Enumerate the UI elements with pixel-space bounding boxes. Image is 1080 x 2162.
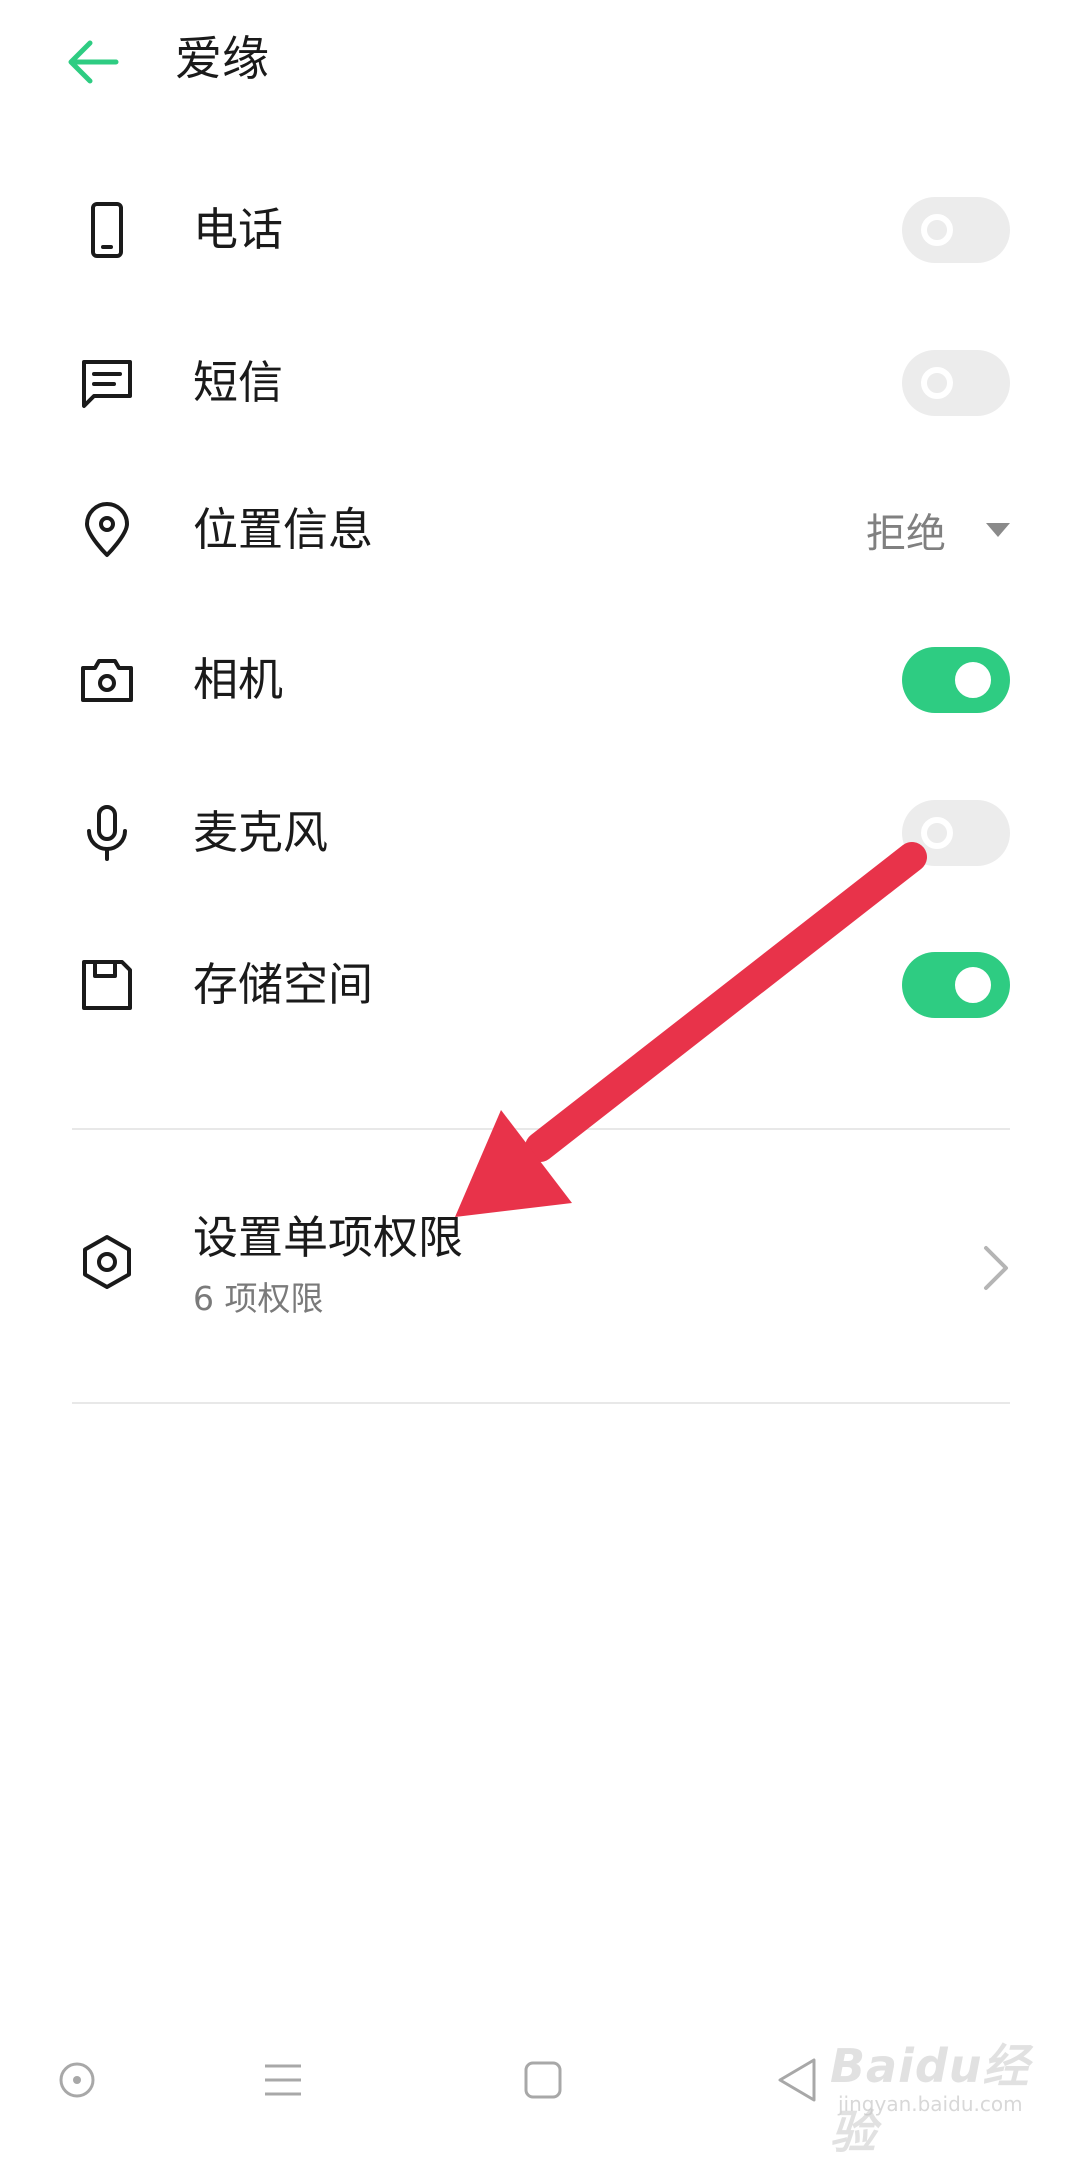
circle-dot-icon xyxy=(59,2062,95,2098)
permission-label: 电话 xyxy=(193,203,284,256)
permission-row-location[interactable]: 位置信息 拒绝 xyxy=(0,455,1080,605)
app-header: 爱缘 xyxy=(0,0,1080,120)
caret-down-icon xyxy=(986,523,1010,537)
toggle-knob xyxy=(955,967,991,1003)
permission-row-sms[interactable]: 短信 xyxy=(0,308,1080,458)
dropdown-value: 拒绝 xyxy=(866,511,946,557)
message-icon xyxy=(82,360,132,408)
home-nav-button[interactable] xyxy=(515,2052,571,2108)
permission-label: 位置信息 xyxy=(193,503,374,556)
permission-label: 存储空间 xyxy=(193,958,374,1011)
storage-icon xyxy=(82,960,132,1010)
permission-row-storage[interactable]: 存储空间 xyxy=(0,910,1080,1060)
phone-icon xyxy=(91,202,123,258)
square-home-icon xyxy=(524,2061,562,2099)
microphone-permission-toggle[interactable] xyxy=(902,800,1010,866)
single-permission-settings-item[interactable]: 设置单项权限 6 项权限 xyxy=(0,1140,1080,1390)
page-title: 爱缘 xyxy=(175,32,269,87)
toggle-knob xyxy=(921,367,953,399)
location-permission-dropdown[interactable]: 拒绝 xyxy=(866,500,1010,560)
camera-icon xyxy=(81,659,133,702)
back-arrow-icon xyxy=(68,40,119,84)
sms-permission-toggle[interactable] xyxy=(902,350,1010,416)
permission-row-camera[interactable]: 相机 xyxy=(0,605,1080,755)
toggle-knob xyxy=(955,662,991,698)
permission-label: 相机 xyxy=(193,653,284,706)
divider xyxy=(72,1402,1010,1404)
permission-label: 麦克风 xyxy=(193,806,329,859)
single-permission-title: 设置单项权限 xyxy=(193,1211,464,1264)
toggle-knob xyxy=(921,817,953,849)
permission-row-phone[interactable]: 电话 xyxy=(0,155,1080,305)
back-nav-button[interactable] xyxy=(770,2052,826,2108)
toggle-knob xyxy=(921,214,953,246)
storage-permission-toggle[interactable] xyxy=(902,952,1010,1018)
hexagon-settings-icon xyxy=(83,1235,131,1289)
menu-icon xyxy=(265,2064,301,2096)
chevron-right-icon xyxy=(984,1246,1008,1290)
system-navigation-bar xyxy=(0,2020,1080,2139)
single-permission-count: 6 项权限 xyxy=(193,1279,324,1318)
assistant-nav-button[interactable] xyxy=(49,2052,105,2108)
microphone-icon xyxy=(87,805,127,861)
back-button[interactable] xyxy=(58,26,130,98)
triangle-back-icon xyxy=(778,2058,816,2102)
phone-permission-toggle[interactable] xyxy=(902,197,1010,263)
menu-nav-button[interactable] xyxy=(255,2052,311,2108)
permission-row-microphone[interactable]: 麦克风 xyxy=(0,758,1080,908)
divider xyxy=(72,1128,1010,1130)
permission-label: 短信 xyxy=(193,356,284,409)
location-pin-icon xyxy=(85,502,129,557)
camera-permission-toggle[interactable] xyxy=(902,647,1010,713)
